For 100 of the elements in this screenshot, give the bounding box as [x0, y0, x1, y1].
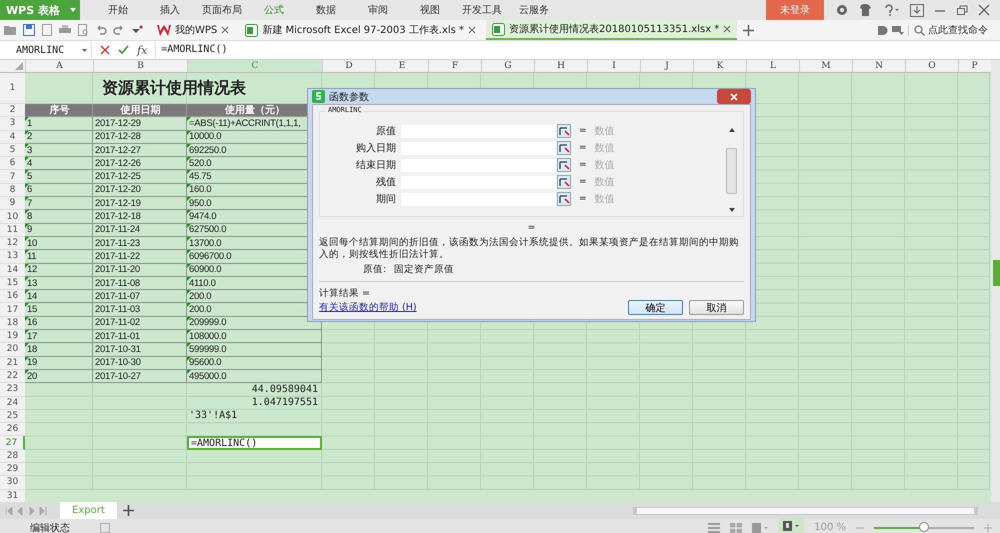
ribbon-tab[interactable]: 审阅: [352, 3, 404, 17]
side-panel-handle[interactable]: [993, 260, 1000, 286]
scroll-down-icon[interactable]: [728, 208, 734, 212]
row-header[interactable]: 9: [0, 197, 25, 210]
close-button[interactable]: [717, 89, 751, 104]
column-header[interactable]: L: [746, 60, 799, 72]
column-header[interactable]: H: [534, 60, 587, 72]
row-header[interactable]: 28: [0, 450, 25, 464]
shirt-icon[interactable]: [858, 4, 874, 16]
column-header[interactable]: A: [25, 60, 93, 72]
argument-field[interactable]: [401, 176, 556, 188]
collapse-dialog-icon[interactable]: [557, 158, 571, 172]
argument-field[interactable]: [401, 142, 556, 154]
row-header[interactable]: 24: [0, 396, 25, 410]
ribbon-tab[interactable]: 数据: [300, 3, 352, 17]
document-tab[interactable]: 新建 Microsoft Excel 97-2003 工作表.xls *: [239, 20, 482, 40]
checkmark-icon[interactable]: [118, 45, 129, 55]
argument-field[interactable]: [401, 124, 556, 138]
scroll-up-icon[interactable]: [728, 128, 734, 132]
insert-function-button[interactable]: fx: [137, 44, 148, 56]
ribbon-tab[interactable]: 页面布局: [196, 3, 248, 17]
vertical-scrollbar[interactable]: [991, 60, 1000, 502]
command-search-field[interactable]: 点此查找命令: [908, 24, 994, 36]
column-header[interactable]: D: [322, 60, 375, 72]
name-box[interactable]: AMORLINC: [0, 42, 92, 58]
close-icon[interactable]: [468, 26, 476, 34]
row-header[interactable]: 20: [0, 343, 25, 357]
row-header[interactable]: 21: [0, 356, 25, 370]
document-tab[interactable]: 我的WPS: [151, 20, 236, 40]
row-header[interactable]: 14: [0, 264, 25, 277]
row-header[interactable]: 10: [0, 210, 25, 224]
row-header[interactable]: 8: [0, 184, 25, 198]
add-tab-icon[interactable]: [743, 24, 754, 36]
row-header[interactable]: 18: [0, 316, 25, 330]
column-header[interactable]: O: [905, 60, 958, 72]
row-header[interactable]: 11: [0, 224, 25, 237]
row-header[interactable]: 15: [0, 276, 25, 290]
ribbon-tab[interactable]: 开发工具: [456, 3, 508, 17]
print-icon[interactable]: [59, 24, 71, 36]
normal-view-icon[interactable]: [708, 522, 720, 532]
zoom-slider-thumb[interactable]: [919, 522, 929, 532]
row-header[interactable]: 27: [0, 436, 25, 450]
row-header[interactable]: 16: [0, 290, 25, 304]
preview-icon[interactable]: [77, 24, 89, 36]
row-header[interactable]: 13: [0, 250, 25, 264]
column-header[interactable]: P: [958, 60, 990, 72]
column-header[interactable]: M: [799, 60, 852, 72]
collapse-dialog-icon[interactable]: [557, 124, 571, 138]
row-header[interactable]: 12: [0, 236, 25, 250]
row-header[interactable]: 5: [0, 144, 25, 158]
row-header[interactable]: 30: [0, 476, 25, 490]
active-cell[interactable]: =AMORLINC(): [187, 436, 322, 450]
add-sheet-icon[interactable]: [122, 505, 134, 516]
argument-field[interactable]: [401, 192, 556, 206]
row-header[interactable]: 6: [0, 157, 25, 170]
eye-protection-button[interactable]: [778, 518, 804, 533]
ribbon-tab[interactable]: 开始: [92, 3, 144, 17]
column-header[interactable]: C: [187, 60, 322, 72]
column-header[interactable]: G: [481, 60, 534, 72]
help-icon[interactable]: [884, 4, 900, 16]
restore-icon[interactable]: [956, 4, 968, 16]
cancel-icon[interactable]: [100, 45, 110, 55]
close-icon[interactable]: [221, 26, 230, 34]
column-header[interactable]: J: [640, 60, 693, 72]
circle-icon[interactable]: [836, 4, 848, 16]
row-header[interactable]: 2: [0, 104, 25, 118]
column-header[interactable]: F: [428, 60, 481, 72]
close-icon[interactable]: [978, 4, 990, 16]
dialog-button[interactable]: 取消: [689, 300, 744, 315]
row-header[interactable]: 17: [0, 303, 25, 317]
row-header[interactable]: 1: [0, 73, 25, 104]
collapse-dialog-icon[interactable]: [557, 192, 571, 206]
argument-field[interactable]: [401, 158, 556, 172]
row-header[interactable]: 31: [0, 490, 25, 502]
row-header[interactable]: 3: [0, 117, 25, 131]
row-header[interactable]: 26: [0, 423, 25, 436]
row-header[interactable]: 7: [0, 170, 25, 184]
undo-icon[interactable]: [95, 24, 107, 36]
ribbon-tab[interactable]: 云服务: [508, 3, 560, 17]
ribbon-tab[interactable]: 视图: [404, 3, 456, 17]
close-icon[interactable]: [723, 25, 732, 33]
folder-icon[interactable]: [4, 24, 17, 36]
document-icon[interactable]: [41, 24, 53, 36]
save-icon[interactable]: [23, 24, 35, 36]
customize-icon[interactable]: [131, 24, 143, 36]
column-header[interactable]: I: [587, 60, 640, 72]
download-icon[interactable]: [910, 4, 924, 16]
collapse-dialog-icon[interactable]: [557, 175, 571, 189]
column-header[interactable]: K: [693, 60, 746, 72]
collapse-dialog-icon[interactable]: [557, 141, 571, 155]
dialog-button[interactable]: 确定: [628, 300, 683, 315]
horizontal-scrollbar[interactable]: [633, 506, 978, 514]
row-header[interactable]: 4: [0, 130, 25, 144]
formula-field[interactable]: =AMORLINC(): [155, 42, 1000, 58]
row-header[interactable]: 19: [0, 330, 25, 344]
column-header[interactable]: E: [375, 60, 428, 72]
page-layout-view-icon[interactable]: [752, 522, 768, 532]
column-header[interactable]: N: [852, 60, 905, 72]
row-header[interactable]: 22: [0, 370, 25, 384]
redo-icon[interactable]: [113, 24, 125, 36]
